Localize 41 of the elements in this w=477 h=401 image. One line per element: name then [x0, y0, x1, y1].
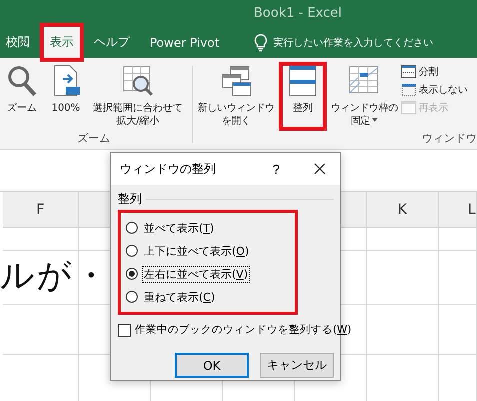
ribbon-tab[interactable]: 校閲	[0, 27, 36, 58]
ribbon-button[interactable]: 表示しない	[401, 82, 468, 98]
ribbon-button[interactable]: 新しいウィンドウ を開く	[197, 62, 276, 131]
ribbon-button[interactable]: 選択範囲に合わせて 拡大/縮小	[90, 62, 186, 131]
ribbon-button[interactable]: 整列	[278, 62, 327, 131]
grid-magnifier-icon	[121, 64, 155, 98]
radio-button[interactable]	[126, 222, 138, 234]
option-label: 左右に並べて表示(V)	[142, 266, 250, 282]
column-header[interactable]: L	[468, 202, 476, 218]
split-window-icon	[401, 65, 418, 79]
close-icon[interactable]	[314, 163, 326, 175]
dialog-button[interactable]: OK	[175, 353, 249, 378]
lightbulb-icon	[254, 34, 268, 52]
group-label: ウィンドウ	[421, 131, 477, 147]
column-header[interactable]: K	[398, 202, 408, 218]
ribbon-button[interactable]: 100%	[46, 62, 86, 131]
help-button[interactable]: ?	[266, 160, 286, 178]
ribbon-tab[interactable]: 表示	[44, 27, 80, 58]
radio-button[interactable]	[126, 291, 138, 303]
ribbon-button[interactable]: ズーム	[2, 62, 42, 131]
checkbox[interactable]	[118, 324, 131, 336]
radio-button[interactable]	[126, 245, 138, 257]
group-label: 整列	[118, 191, 142, 208]
option-label: 上下に並べて表示(O)	[143, 244, 250, 260]
ribbon-button[interactable]: 分割	[401, 64, 468, 80]
column-header[interactable]: F	[36, 202, 45, 218]
window-title: Book1 - Excel	[254, 6, 342, 21]
ribbon-button[interactable]: ウィンドウ枠の 固定	[330, 62, 400, 131]
option-label: 重ねて表示(C)	[143, 290, 216, 306]
checkbox-label: 作業中のブックのウィンドウを整列する(W)	[135, 323, 352, 337]
tell-me-search[interactable]: 実行したい作業を入力してください	[274, 36, 434, 50]
cell-text: ルが・	[0, 255, 110, 298]
ribbon-tab[interactable]: Power Pivot	[144, 27, 226, 58]
hidden-window-icon	[401, 83, 418, 97]
option-label: 並べて表示(T)	[143, 220, 216, 236]
group-label: ズーム	[76, 131, 112, 147]
ribbon-tab[interactable]: ヘルプ	[88, 27, 136, 58]
dialog-title: ウィンドウの整列	[120, 160, 217, 178]
dialog-button[interactable]: キャンセル	[260, 353, 334, 378]
radio-button[interactable]	[126, 268, 138, 280]
window-icon	[401, 101, 418, 115]
